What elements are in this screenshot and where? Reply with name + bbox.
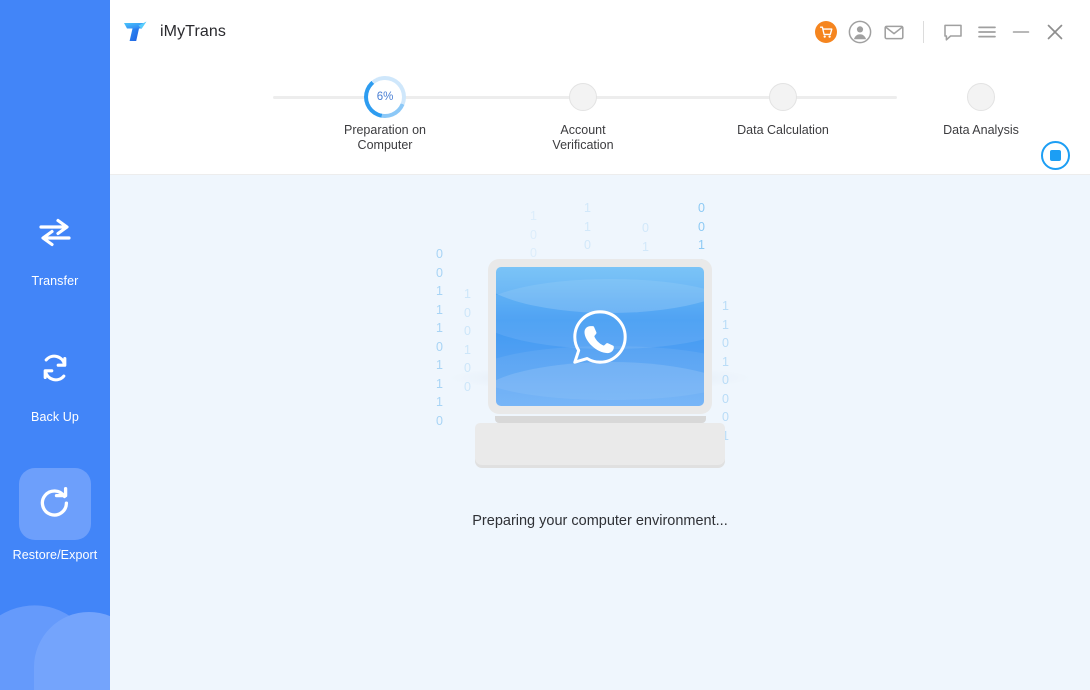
cart-icon[interactable] bbox=[809, 15, 843, 49]
step-label-data-calculation: Data Calculation bbox=[703, 123, 863, 138]
hamburger-icon-glyph bbox=[978, 26, 996, 37]
binary-digit: 0 bbox=[530, 227, 537, 242]
binary-digit: 1 bbox=[530, 209, 537, 223]
sidebar-item-label: Restore/Export bbox=[12, 548, 98, 562]
binary-digit: 1 bbox=[584, 201, 591, 215]
stop-button[interactable] bbox=[1041, 141, 1070, 170]
laptop-screen bbox=[496, 267, 704, 406]
brand: iMyTrans bbox=[122, 19, 226, 44]
stop-square-icon bbox=[1050, 150, 1061, 161]
binary-digit: 0 bbox=[698, 201, 705, 215]
step-label-line1: Data Analysis bbox=[943, 123, 1019, 137]
binary-digit: 0 bbox=[698, 219, 705, 234]
sidebar-item-label: Back Up bbox=[31, 410, 79, 424]
sidebar-item-restore-export[interactable]: Restore/Export bbox=[0, 468, 110, 562]
laptop bbox=[475, 259, 725, 465]
titlebar-divider bbox=[923, 20, 924, 43]
binary-digit: 1 bbox=[464, 287, 471, 301]
stepper-labels: Preparation on Computer Account Verifica… bbox=[245, 123, 1019, 163]
sidebar-nav: Transfer Back Up Restore/Export bbox=[0, 196, 110, 606]
mail-icon[interactable] bbox=[877, 15, 911, 49]
binary-digit: 1 bbox=[436, 284, 443, 298]
backup-sync-icon-wrap bbox=[19, 332, 91, 404]
step-node-preparation-on-computer[interactable]: 6% bbox=[364, 76, 406, 118]
binary-digit: 0 bbox=[642, 221, 649, 235]
binary-digit: 1 bbox=[436, 358, 443, 372]
close-icon[interactable] bbox=[1038, 15, 1072, 49]
laptop-lid bbox=[488, 259, 712, 414]
binary-digit: 0 bbox=[436, 339, 443, 354]
step-dot bbox=[967, 83, 995, 111]
laptop-whatsapp-illustration: 0011101110 100100 1001 1101 010 00111011… bbox=[420, 197, 780, 497]
step-node-data-analysis[interactable] bbox=[961, 77, 1001, 117]
chat-icon-glyph bbox=[944, 24, 962, 41]
binary-digit: 0 bbox=[584, 238, 591, 252]
binary-digit: 1 bbox=[436, 376, 443, 391]
app-title: iMyTrans bbox=[160, 22, 226, 40]
account-icon-glyph bbox=[848, 20, 872, 43]
step-label-data-analysis: Data Analysis bbox=[901, 123, 1061, 138]
whatsapp-logo bbox=[573, 309, 627, 364]
feedback-icon[interactable] bbox=[936, 15, 970, 49]
binary-digit: 0 bbox=[464, 379, 471, 394]
binary-digit: 0 bbox=[464, 324, 471, 338]
sidebar-item-transfer[interactable]: Transfer bbox=[0, 196, 110, 288]
step-dot bbox=[769, 83, 797, 111]
restore-refresh-icon-wrap bbox=[19, 468, 91, 540]
binary-digit: 1 bbox=[584, 219, 591, 234]
stepper-track-area: 6% bbox=[245, 76, 995, 118]
binary-digit: 0 bbox=[436, 413, 443, 428]
sidebar-item-label: Transfer bbox=[31, 274, 79, 288]
minimize-icon[interactable] bbox=[1004, 15, 1038, 49]
backup-sync-icon bbox=[43, 354, 67, 382]
app-window: Transfer Back Up Restore/Export iMyTrans… bbox=[0, 0, 1090, 690]
binary-digit: 0 bbox=[436, 247, 443, 261]
binary-digit: 0 bbox=[464, 305, 471, 320]
laptop-hinge bbox=[494, 416, 706, 423]
imytrans-t-logo bbox=[124, 21, 147, 41]
mail-icon-glyph bbox=[884, 25, 904, 39]
titlebar-icons bbox=[809, 15, 1072, 49]
minimize-icon-glyph bbox=[1012, 30, 1030, 33]
transfer-arrows-icon-wrap bbox=[19, 196, 91, 268]
binary-digit: 0 bbox=[436, 265, 443, 280]
step-label-line1: Preparation on bbox=[343, 123, 426, 137]
menu-icon[interactable] bbox=[970, 15, 1004, 49]
content-area: 0011101110 100100 1001 1101 010 00111011… bbox=[110, 175, 1090, 690]
step-label-preparation-on-computer: Preparation on Computer bbox=[305, 123, 465, 153]
step-label-line1: Data Calculation bbox=[737, 123, 829, 137]
bin-left-near: 1 0 0 1 0 0 bbox=[464, 285, 471, 396]
step-label-line1: Account bbox=[560, 123, 606, 137]
titlebar: iMyTrans bbox=[110, 0, 1090, 63]
progress-percent: 6% bbox=[376, 91, 394, 103]
transfer-arrows-icon bbox=[39, 218, 71, 247]
step-label-line2: Computer bbox=[357, 138, 413, 152]
step-label-account-verification: Account Verification bbox=[503, 123, 663, 153]
step-dot bbox=[569, 83, 597, 111]
binary-digit: 1 bbox=[436, 321, 443, 335]
status-text: Preparing your computer environment... bbox=[472, 513, 728, 529]
close-icon-glyph bbox=[1047, 24, 1063, 39]
progress-ring: 6% bbox=[364, 76, 406, 118]
binary-digit: 1 bbox=[436, 302, 443, 317]
binary-digit: 0 bbox=[464, 361, 471, 375]
sidebar: Transfer Back Up Restore/Export bbox=[0, 0, 110, 690]
progress-stepper: 6% Preparation on Computer Account Verif… bbox=[110, 63, 1090, 175]
binary-digit: 1 bbox=[464, 342, 471, 357]
step-node-account-verification[interactable] bbox=[563, 77, 603, 117]
main-panel: iMyTrans 6% Preparation on Computer Acco… bbox=[110, 0, 1090, 690]
cart-icon-glyph bbox=[815, 20, 837, 43]
binary-digit: 1 bbox=[698, 238, 705, 252]
binary-digit: 1 bbox=[642, 239, 649, 254]
sidebar-item-backup[interactable]: Back Up bbox=[0, 332, 110, 424]
binary-digit: 1 bbox=[436, 395, 443, 409]
bin-left-far: 0 0 1 1 1 0 1 1 1 0 bbox=[436, 245, 443, 430]
laptop-base bbox=[475, 423, 725, 465]
account-icon[interactable] bbox=[843, 15, 877, 49]
step-label-line2: Verification bbox=[552, 138, 614, 152]
step-node-data-calculation[interactable] bbox=[763, 77, 803, 117]
restore-refresh-icon bbox=[40, 486, 69, 517]
